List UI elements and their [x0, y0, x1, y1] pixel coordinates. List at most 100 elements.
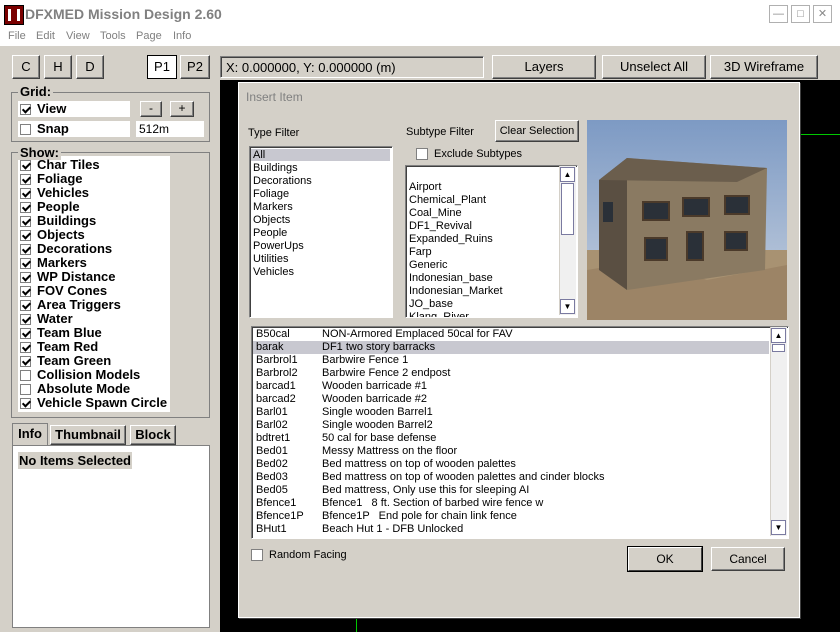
scroll-thumb[interactable] [561, 183, 574, 235]
checkbox-box[interactable] [20, 230, 31, 242]
type-filter-item[interactable]: PowerUps [253, 240, 304, 252]
checkbox-box[interactable] [20, 342, 31, 354]
show-checkbox[interactable]: FOV Cones [20, 284, 107, 298]
minimize-button[interactable]: — [769, 5, 788, 23]
scroll-down-icon[interactable]: ▼ [771, 520, 786, 535]
subtype-item[interactable]: JO_base [409, 298, 453, 310]
close-button[interactable]: ✕ [813, 5, 832, 23]
tab-thumbnail[interactable]: Thumbnail [50, 425, 126, 445]
item-row[interactable]: barcad2 Wooden barricade #2 [253, 393, 769, 406]
subtype-item[interactable]: Generic [409, 259, 448, 271]
item-row[interactable]: Bfence1 Bfence1 8 ft. Section of barbed w… [253, 497, 769, 510]
checkbox-box[interactable] [20, 272, 31, 284]
show-checkbox[interactable]: Foliage [20, 172, 83, 186]
menu-tools[interactable]: Tools [100, 30, 126, 42]
item-row[interactable]: Barl01 Single wooden Barrel1 [253, 406, 769, 419]
show-checkbox[interactable]: Vehicle Spawn Circle [20, 396, 167, 410]
type-filter-item[interactable]: Foliage [253, 188, 289, 200]
item-row[interactable]: Barl02 Single wooden Barrel2 [253, 419, 769, 432]
grid-snap-checkbox[interactable]: Snap [20, 122, 69, 136]
grid-minus-button[interactable]: - [140, 101, 162, 117]
show-checkbox[interactable]: WP Distance [20, 270, 116, 284]
show-checkbox[interactable]: Team Blue [20, 326, 102, 340]
grid-view-checkbox[interactable]: View [20, 102, 66, 116]
show-checkbox[interactable]: Markers [20, 256, 87, 270]
type-filter-item[interactable]: Objects [253, 214, 290, 226]
checkbox-box[interactable] [20, 174, 31, 186]
scroll-up-icon[interactable]: ▲ [771, 328, 786, 343]
show-checkbox[interactable]: Team Green [20, 354, 111, 368]
menu-edit[interactable]: Edit [36, 30, 55, 42]
checkbox-box[interactable] [20, 160, 31, 172]
mode-h-button[interactable]: H [44, 55, 72, 79]
show-checkbox[interactable]: Water [20, 312, 73, 326]
tab-block[interactable]: Block [130, 425, 176, 445]
item-row[interactable]: BHut1 Beach Hut 1 - DFB Unlocked [253, 523, 769, 536]
show-checkbox[interactable]: Buildings [20, 214, 96, 228]
scroll-down-icon[interactable]: ▼ [560, 299, 575, 314]
subtype-item[interactable]: Airport [409, 181, 441, 193]
mode-c-button[interactable]: C [12, 55, 40, 79]
snap-value[interactable]: 512m [136, 121, 204, 137]
item-row[interactable]: barcad1 Wooden barricade #1 [253, 380, 769, 393]
wireframe-button[interactable]: 3D Wireframe [710, 55, 818, 79]
p1-button[interactable]: P1 [147, 55, 177, 79]
item-row[interactable]: Bed05 Bed mattress, Only use this for sle… [253, 484, 769, 497]
item-list[interactable]: B50cal NON-Armored Emplaced 50cal for FAV… [251, 326, 789, 539]
item-row[interactable]: Bfence1P Bfence1P End pole for chain link… [253, 510, 769, 523]
show-checkbox[interactable]: Objects [20, 228, 85, 242]
show-checkbox[interactable]: Char Tiles [20, 158, 100, 172]
show-checkbox[interactable]: Decorations [20, 242, 112, 256]
show-checkbox[interactable]: Vehicles [20, 186, 89, 200]
show-checkbox[interactable]: Team Red [20, 340, 98, 354]
subtype-item[interactable]: Indonesian_base [409, 272, 493, 284]
subtype-list[interactable]: Airport Chemical_Plant Coal_Mine DF1_Reviva… [405, 165, 578, 318]
menu-info[interactable]: Info [173, 30, 191, 42]
type-filter-item[interactable]: Utilities [253, 253, 288, 265]
type-filter-item[interactable]: People [253, 227, 287, 239]
show-checkbox[interactable]: Area Triggers [20, 298, 121, 312]
subtype-item[interactable]: Expanded_Ruins [409, 233, 493, 245]
p2-button[interactable]: P2 [180, 55, 210, 79]
checkbox-box[interactable] [20, 216, 31, 228]
menu-view[interactable]: View [66, 30, 90, 42]
grid-plus-button[interactable]: + [170, 101, 194, 117]
type-filter-list[interactable]: All Buildings Decorations Foliage Markers Obj… [249, 146, 393, 318]
item-row[interactable]: Bed01 Messy Mattress on the floor [253, 445, 769, 458]
item-scrollbar[interactable]: ▲ ▼ [770, 327, 787, 536]
subtype-item[interactable]: Klang_River [409, 311, 469, 317]
item-row[interactable]: Barbrol1 Barbwire Fence 1 [253, 354, 769, 367]
item-row[interactable]: Bed02 Bed mattress on top of wooden palet… [253, 458, 769, 471]
type-filter-item[interactable]: Decorations [253, 175, 312, 187]
checkbox-box[interactable] [20, 314, 31, 326]
item-row[interactable]: Bed03 Bed mattress on top of wooden palet… [253, 471, 769, 484]
scroll-up-icon[interactable]: ▲ [560, 167, 575, 182]
checkbox-box[interactable] [20, 370, 31, 382]
checkbox-box[interactable] [20, 258, 31, 270]
cancel-button[interactable]: Cancel [711, 547, 785, 571]
show-checkbox[interactable]: Absolute Mode [20, 382, 130, 396]
checkbox-box[interactable] [20, 384, 31, 396]
item-row[interactable]: Barbrol2 Barbwire Fence 2 endpost [253, 367, 769, 380]
maximize-button[interactable]: □ [791, 5, 810, 23]
type-filter-item[interactable]: All [251, 149, 390, 161]
checkbox-box[interactable] [20, 328, 31, 340]
item-row[interactable]: bdtret1 50 cal for base defense [253, 432, 769, 445]
checkbox-box[interactable] [20, 188, 31, 200]
subtype-item[interactable]: Farp [409, 246, 432, 258]
checkbox-box[interactable] [20, 300, 31, 312]
type-filter-item[interactable]: Vehicles [253, 266, 294, 278]
checkbox-box[interactable] [20, 356, 31, 368]
subtype-item[interactable]: Coal_Mine [409, 207, 462, 219]
type-filter-item[interactable]: Markers [253, 201, 293, 213]
menu-file[interactable]: File [8, 30, 26, 42]
random-facing-checkbox[interactable]: Random Facing [251, 549, 347, 562]
show-checkbox[interactable]: People [20, 200, 80, 214]
checkbox-box[interactable] [20, 398, 31, 410]
tab-info[interactable]: Info [12, 423, 48, 445]
item-row[interactable]: B50cal NON-Armored Emplaced 50cal for FAV [253, 328, 769, 341]
type-filter-item[interactable]: Buildings [253, 162, 298, 174]
subtype-scrollbar[interactable]: ▲ ▼ [559, 166, 576, 315]
item-row[interactable]: barak DF1 two story barracks [253, 341, 769, 354]
scroll-thumb[interactable] [772, 344, 785, 352]
